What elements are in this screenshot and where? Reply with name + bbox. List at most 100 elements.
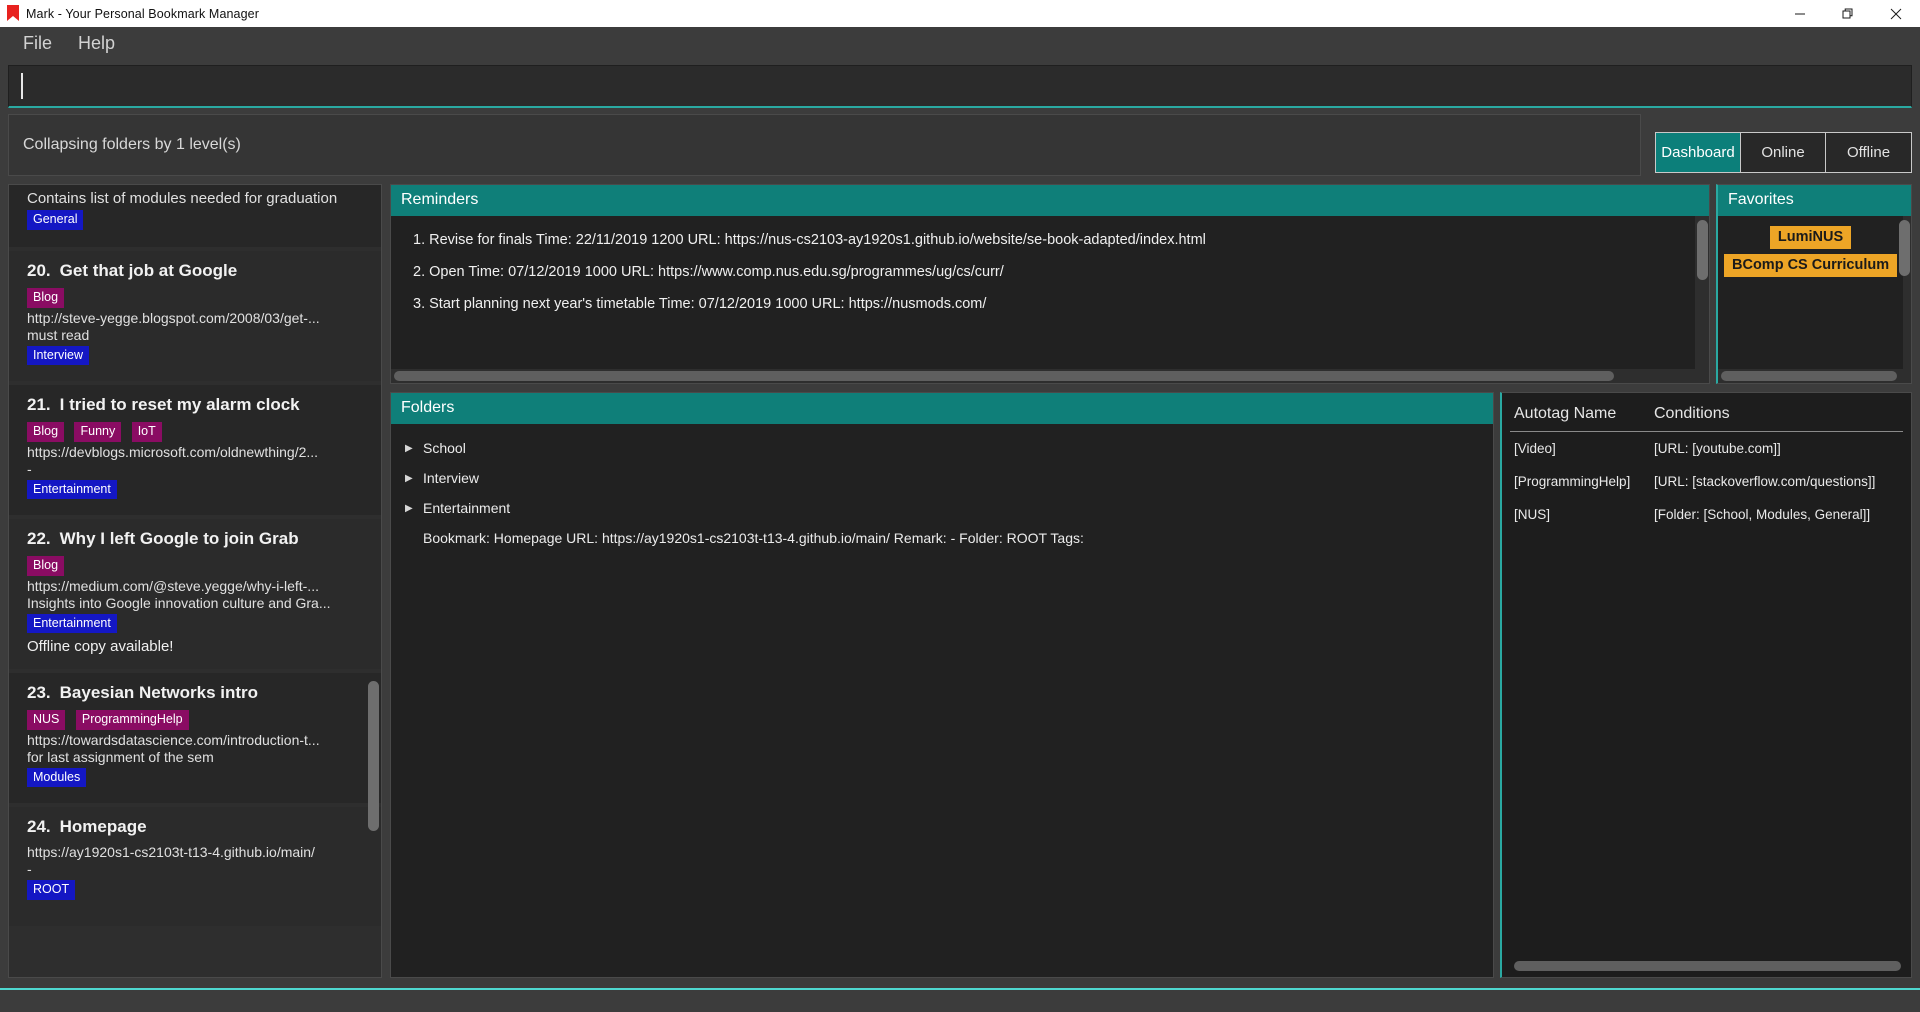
chevron-right-icon[interactable]: ▶ — [405, 443, 421, 454]
bookmark-title: Why I left Google to join Grab — [59, 529, 299, 548]
bookmark-tags-bottom: General — [27, 210, 367, 230]
table-row[interactable]: [ProgrammingHelp] [URL: [stackoverflow.c… — [1510, 465, 1903, 498]
bookmark-icon — [0, 0, 26, 27]
bookmark-remark: - — [27, 460, 32, 477]
reminders-panel: Reminders 1. Revise for finals Time: 22/… — [390, 184, 1710, 384]
tag-badge[interactable]: Blog — [27, 556, 65, 576]
bookmark-index: 20. — [27, 261, 51, 280]
bookmark-index: 21. — [27, 395, 51, 414]
bookmark-description: Contains list of modules needed for grad… — [27, 190, 338, 207]
list-item[interactable]: 2. Open Time: 07/12/2019 1000 URL: https… — [413, 264, 1685, 280]
tree-node-entertainment[interactable]: ▶ Entertainment — [405, 500, 1493, 516]
reminders-horizontal-scrollbar[interactable] — [391, 369, 1709, 383]
reminders-vertical-scrollbar[interactable] — [1695, 216, 1709, 369]
tree-node-label: School — [423, 440, 466, 456]
list-item[interactable]: 20. Get that job at Google Blog http://st… — [9, 251, 381, 381]
bookmark-url[interactable]: https://devblogs.microsoft.com/oldnewthi… — [27, 444, 367, 460]
view-tabs: Dashboard Online Offline — [1655, 131, 1912, 173]
tag-badge[interactable]: IoT — [131, 422, 162, 442]
tree-leaf-bookmark[interactable]: Bookmark: Homepage URL: https://ay1920s1… — [423, 530, 1493, 546]
center-column: Reminders 1. Revise for finals Time: 22/… — [390, 184, 1912, 978]
tag-badge[interactable]: Funny — [74, 422, 122, 442]
autotag-conditions-cell: [URL: [youtube.com]] — [1654, 441, 1781, 456]
tree-node-interview[interactable]: ▶ Interview — [405, 470, 1493, 486]
list-item[interactable]: 3. Start planning next year's timetable … — [413, 296, 1685, 312]
maximize-icon[interactable] — [1824, 0, 1872, 27]
folders-panel: Folders ▶ School ▶ Interview ▶ Entertain… — [390, 392, 1494, 978]
autotag-conditions-cell: [URL: [stackoverflow.com/questions]] — [1654, 474, 1876, 489]
reminders-list[interactable]: 1. Revise for finals Time: 22/11/2019 12… — [391, 216, 1695, 369]
command-input[interactable] — [8, 65, 1912, 108]
list-item[interactable]: 22. Why I left Google to join Grab Blog h… — [9, 519, 381, 669]
chevron-right-icon[interactable]: ▶ — [405, 473, 421, 484]
bookmark-remark: for last assignment of the sem — [27, 748, 214, 765]
tag-badge[interactable]: Entertainment — [27, 613, 117, 633]
favorites-body: LumiNUS BComp CS Curriculum — [1718, 216, 1911, 369]
list-item[interactable]: 21. I tried to reset my alarm clock Blog … — [9, 385, 381, 515]
bookmark-list: Contains list of modules needed for grad… — [9, 185, 381, 926]
bookmark-tags-top: NUS ProgrammingHelp — [27, 710, 367, 730]
bookmark-title-row: 24. Homepage — [27, 817, 367, 837]
tag-badge[interactable]: General — [27, 210, 84, 230]
scrollbar-thumb[interactable] — [394, 371, 1614, 381]
tab-dashboard[interactable]: Dashboard — [1656, 132, 1741, 172]
tag-badge[interactable]: Blog — [27, 288, 65, 308]
autotags-horizontal-scrollbar[interactable] — [1502, 955, 1911, 977]
autotags-table: Autotag Name Conditions [Video] [URL: [y… — [1510, 405, 1903, 531]
list-item[interactable]: 1. Revise for finals Time: 22/11/2019 12… — [413, 232, 1685, 248]
tab-online[interactable]: Online — [1741, 132, 1826, 172]
bookmark-title: Bayesian Networks intro — [59, 683, 259, 702]
folders-tree[interactable]: ▶ School ▶ Interview ▶ Entertainment Boo… — [391, 424, 1493, 977]
favorites-horizontal-scrollbar[interactable] — [1718, 369, 1911, 383]
reminders-body: 1. Revise for finals Time: 22/11/2019 12… — [391, 216, 1709, 369]
scrollbar-thumb[interactable] — [1697, 220, 1708, 280]
table-row[interactable]: [Video] [URL: [youtube.com]] — [1510, 432, 1903, 466]
tag-badge[interactable]: Blog — [27, 422, 65, 442]
bookmark-list-panel[interactable]: Contains list of modules needed for grad… — [8, 184, 382, 978]
bookmark-tags-bottom: Modules — [27, 767, 367, 787]
bookmark-title-row: 23. Bayesian Networks intro — [27, 683, 367, 703]
scrollbar-thumb[interactable] — [1899, 220, 1910, 276]
favorites-vertical-scrollbar[interactable] — [1899, 216, 1911, 369]
favorites-list[interactable]: LumiNUS BComp CS Curriculum — [1718, 216, 1903, 369]
reminders-title: Reminders — [391, 185, 1709, 216]
menu-item-help[interactable]: Help — [65, 31, 128, 56]
bookmark-tags-top: Blog Funny IoT — [27, 422, 367, 442]
tag-badge[interactable]: NUS — [27, 710, 66, 730]
bookmark-list-scrollbar[interactable] — [368, 681, 379, 831]
bookmark-title: Get that job at Google — [59, 261, 238, 280]
bookmark-title-row: 21. I tried to reset my alarm clock — [27, 395, 367, 415]
minimize-icon[interactable] — [1776, 0, 1824, 27]
bookmark-tags-bottom: ROOT — [27, 880, 367, 900]
menu-item-file[interactable]: File — [10, 31, 65, 56]
tag-badge[interactable]: Modules — [27, 767, 87, 787]
bookmark-url[interactable]: https://ay1920s1-cs2103t-t13-4.github.io… — [27, 844, 367, 860]
scrollbar-thumb[interactable] — [1514, 961, 1901, 971]
list-item[interactable]: Contains list of modules needed for grad… — [9, 185, 381, 247]
bookmark-index: 23. — [27, 683, 51, 702]
bookmark-url[interactable]: https://medium.com/@steve.yegge/why-i-le… — [27, 578, 367, 594]
table-row[interactable]: [NUS] [Folder: [School, Modules, General… — [1510, 498, 1903, 531]
tag-badge[interactable]: Entertainment — [27, 479, 117, 499]
tree-node-school[interactable]: ▶ School — [405, 440, 1493, 456]
tag-badge[interactable]: ProgrammingHelp — [75, 710, 189, 730]
bookmark-tags-bottom: Entertainment — [27, 479, 367, 499]
autotag-conditions-cell: [Folder: [School, Modules, General]] — [1654, 507, 1871, 522]
list-item[interactable]: 23. Bayesian Networks intro NUS Programmi… — [9, 673, 381, 803]
scrollbar-thumb[interactable] — [1721, 371, 1897, 381]
bookmark-title-row: 22. Why I left Google to join Grab — [27, 529, 367, 549]
tree-node-label: Interview — [423, 470, 480, 486]
result-and-tabs-row: Collapsing folders by 1 level(s) Dashboa… — [8, 114, 1912, 176]
tag-badge[interactable]: ROOT — [27, 880, 76, 900]
autotags-panel: Autotag Name Conditions [Video] [URL: [y… — [1500, 392, 1912, 978]
favorite-badge[interactable]: LumiNUS — [1769, 226, 1852, 249]
bookmark-url[interactable]: http://steve-yegge.blogspot.com/2008/03/… — [27, 310, 367, 326]
tab-offline[interactable]: Offline — [1826, 132, 1911, 172]
bookmark-title: I tried to reset my alarm clock — [59, 395, 300, 414]
favorite-badge[interactable]: BComp CS Curriculum — [1724, 254, 1898, 277]
tag-badge[interactable]: Interview — [27, 345, 90, 365]
chevron-right-icon[interactable]: ▶ — [405, 503, 421, 514]
close-icon[interactable] — [1872, 0, 1920, 27]
list-item[interactable]: 24. Homepage https://ay1920s1-cs2103t-t13… — [9, 807, 381, 926]
bookmark-url[interactable]: https://towardsdatascience.com/introduct… — [27, 732, 367, 748]
